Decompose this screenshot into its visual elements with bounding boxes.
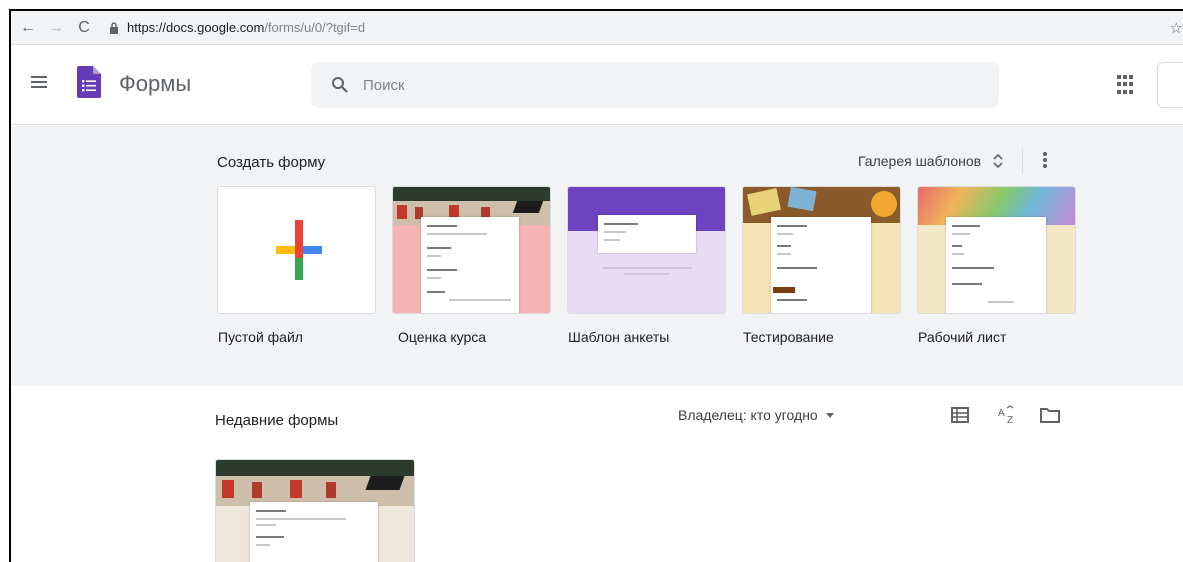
browser-address-bar: ← → C https://docs.google.com/forms/u/0/…: [11, 11, 1183, 45]
app-title[interactable]: Формы: [119, 71, 191, 97]
owner-filter-dropdown[interactable]: Владелец: кто угодно: [678, 407, 834, 423]
app-header: Формы: [11, 45, 1183, 125]
template-quiz-label[interactable]: Тестирование: [743, 329, 834, 345]
recent-forms-heading: Недавние формы: [215, 412, 339, 429]
template-course-evaluation-label[interactable]: Оценка курса: [398, 329, 486, 345]
lock-icon: [109, 21, 119, 34]
bookmark-star-icon[interactable]: ☆: [1170, 19, 1183, 37]
forward-arrow-icon[interactable]: →: [45, 17, 67, 39]
list-view-icon[interactable]: [949, 405, 971, 425]
template-survey-label[interactable]: Шаблон анкеты: [568, 329, 669, 345]
divider: [1022, 148, 1023, 174]
account-button[interactable]: [1157, 62, 1183, 108]
sort-az-icon[interactable]: A Z: [997, 405, 1019, 425]
template-gallery-label: Галерея шаблонов: [858, 153, 982, 169]
main-menu-button[interactable]: [31, 73, 53, 95]
course-thumbnail: [393, 187, 550, 313]
reload-icon[interactable]: C: [73, 17, 95, 39]
worksheet-thumbnail: [918, 187, 1075, 313]
more-options-icon[interactable]: [1043, 150, 1049, 170]
address-field[interactable]: https://docs.google.com/forms/u/0/?tgif=…: [127, 20, 365, 35]
forms-logo-icon[interactable]: [77, 66, 101, 98]
template-gallery-button[interactable]: Галерея шаблонов: [858, 152, 1003, 170]
template-worksheet-label[interactable]: Рабочий лист: [918, 329, 1006, 345]
search-bar[interactable]: [311, 62, 999, 108]
unfold-icon: [993, 153, 1003, 169]
plus-icon: [276, 220, 322, 280]
url-host: https://docs.google.com: [127, 20, 265, 35]
template-course-evaluation-card[interactable]: [392, 186, 551, 314]
quiz-thumbnail: [743, 187, 900, 313]
survey-thumbnail: [568, 187, 725, 313]
svg-text:A: A: [998, 408, 1005, 419]
create-form-heading: Создать форму: [217, 154, 326, 171]
template-blank-label[interactable]: Пустой файл: [218, 329, 303, 345]
browser-window: ← → C https://docs.google.com/forms/u/0/…: [9, 9, 1183, 562]
template-survey-card[interactable]: [567, 186, 726, 314]
recent-form-thumbnail[interactable]: [215, 459, 415, 562]
search-input[interactable]: [363, 76, 963, 94]
template-quiz-card[interactable]: [742, 186, 901, 314]
url-path: /forms/u/0/?tgif=d: [264, 20, 366, 35]
owner-filter-label: Владелец: кто угодно: [678, 407, 818, 423]
dropdown-arrow-icon: [825, 412, 834, 418]
google-apps-icon[interactable]: [1117, 75, 1137, 95]
template-worksheet-card[interactable]: [917, 186, 1076, 314]
template-gallery-section: Создать форму Галерея шаблонов Пустой фа…: [11, 126, 1183, 386]
template-blank-card[interactable]: [217, 186, 376, 314]
search-icon[interactable]: [331, 76, 349, 94]
folder-icon[interactable]: [1039, 405, 1061, 425]
back-arrow-icon[interactable]: ←: [17, 17, 39, 39]
svg-text:Z: Z: [1007, 415, 1013, 425]
